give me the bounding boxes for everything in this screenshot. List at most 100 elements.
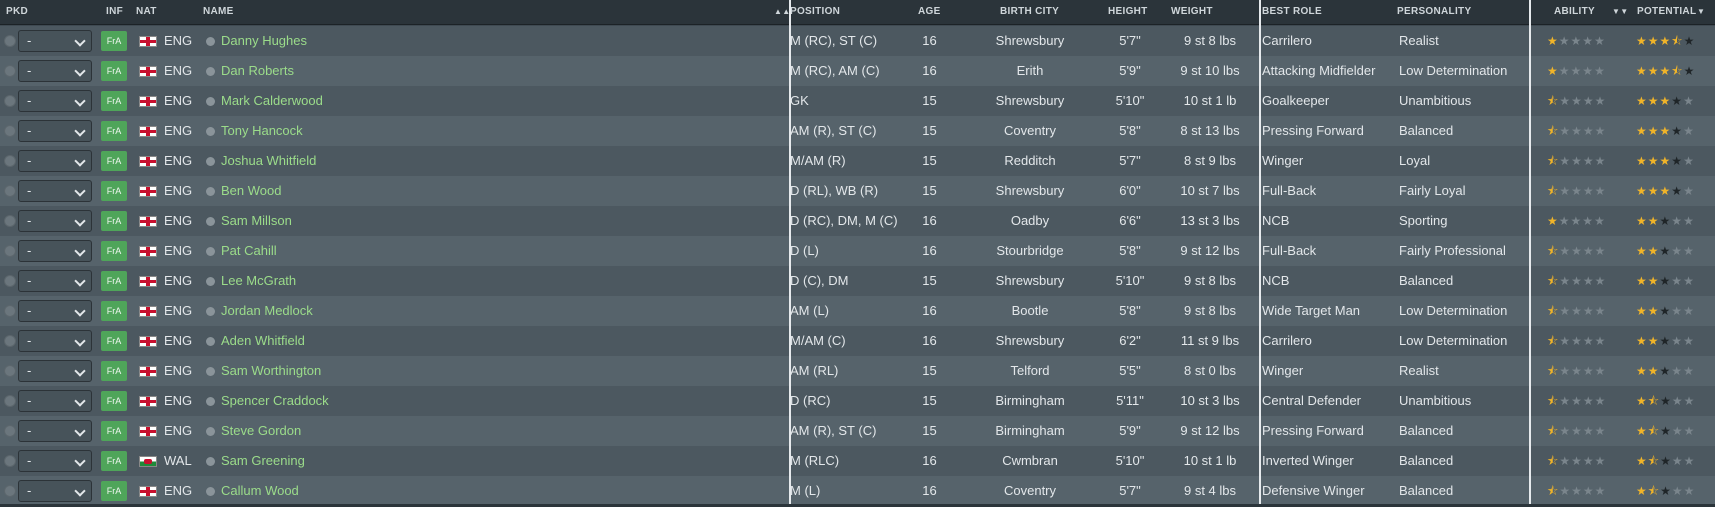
check-icon[interactable]	[4, 455, 16, 467]
pkd-dropdown[interactable]: -	[18, 300, 92, 322]
check-icon[interactable]	[4, 275, 16, 287]
player-name[interactable]: Sam Greening	[221, 446, 305, 476]
header-weight[interactable]: WEIGHT	[1171, 0, 1213, 24]
header-age[interactable]: AGE	[918, 0, 941, 24]
player-name[interactable]: Dan Roberts	[221, 56, 294, 86]
header-pkd[interactable]: PKD	[6, 0, 28, 24]
header-personality[interactable]: PERSONALITY	[1397, 0, 1471, 24]
player-name[interactable]: Pat Cahill	[221, 236, 277, 266]
table-row[interactable]: - FrA ENG Steve Gordon AM (R), ST (C) 15 Birmi…	[0, 416, 1715, 447]
pkd-dropdown[interactable]: -	[18, 180, 92, 202]
table-row[interactable]: - FrA ENG Lee McGrath D (C), DM 15 Shrewsbury 5…	[0, 266, 1715, 297]
check-icon[interactable]	[4, 215, 16, 227]
info-icon[interactable]	[206, 37, 215, 46]
info-icon[interactable]	[206, 247, 215, 256]
pkd-dropdown[interactable]: -	[18, 60, 92, 82]
info-icon[interactable]	[206, 397, 215, 406]
table-row[interactable]: - FrA WAL Sam Greening M (RLC) 16 Cwmbran 5'10"…	[0, 446, 1715, 477]
table-row[interactable]: - FrA ENG Dan Roberts M (RC), AM (C) 16 Erith 5…	[0, 56, 1715, 87]
check-icon[interactable]	[4, 95, 16, 107]
inf-badge[interactable]: FrA	[101, 361, 127, 381]
inf-badge[interactable]: FrA	[101, 211, 127, 231]
inf-badge[interactable]: FrA	[101, 31, 127, 51]
pkd-dropdown[interactable]: -	[18, 120, 92, 142]
check-icon[interactable]	[4, 425, 16, 437]
info-icon[interactable]	[206, 67, 215, 76]
check-icon[interactable]	[4, 395, 16, 407]
inf-badge[interactable]: FrA	[101, 121, 127, 141]
inf-badge[interactable]: FrA	[101, 271, 127, 291]
header-height[interactable]: HEIGHT	[1108, 0, 1148, 24]
pkd-dropdown[interactable]: -	[18, 150, 92, 172]
check-icon[interactable]	[4, 185, 16, 197]
player-name[interactable]: Sam Worthington	[221, 356, 321, 386]
inf-badge[interactable]: FrA	[101, 301, 127, 321]
info-icon[interactable]	[206, 487, 215, 496]
header-potential[interactable]: POTENTIAL	[1637, 0, 1696, 24]
check-icon[interactable]	[4, 35, 16, 47]
inf-badge[interactable]: FrA	[101, 181, 127, 201]
check-icon[interactable]	[4, 305, 16, 317]
header-birth-city[interactable]: BIRTH CITY	[1000, 0, 1059, 24]
info-icon[interactable]	[206, 157, 215, 166]
check-icon[interactable]	[4, 65, 16, 77]
player-name[interactable]: Mark Calderwood	[221, 86, 323, 116]
table-row[interactable]: - FrA ENG Callum Wood M (L) 16 Coventry 5'7" 9 s…	[0, 476, 1715, 507]
pkd-dropdown[interactable]: -	[18, 240, 92, 262]
header-nat[interactable]: NAT	[136, 0, 157, 24]
header-inf[interactable]: INF	[106, 0, 123, 24]
info-icon[interactable]	[206, 97, 215, 106]
player-name[interactable]: Callum Wood	[221, 476, 299, 506]
table-row[interactable]: - FrA ENG Tony Hancock AM (R), ST (C) 15 Coven…	[0, 116, 1715, 147]
header-position[interactable]: POSITION	[790, 0, 840, 24]
sort-arrows-icon[interactable]: ▲▲	[774, 0, 790, 24]
info-icon[interactable]	[206, 277, 215, 286]
info-icon[interactable]	[206, 307, 215, 316]
pkd-dropdown[interactable]: -	[18, 420, 92, 442]
pkd-dropdown[interactable]: -	[18, 270, 92, 292]
inf-badge[interactable]: FrA	[101, 91, 127, 111]
inf-badge[interactable]: FrA	[101, 451, 127, 471]
header-ability[interactable]: ABILITY	[1554, 0, 1595, 24]
inf-badge[interactable]: FrA	[101, 61, 127, 81]
player-name[interactable]: Jordan Medlock	[221, 296, 313, 326]
pkd-dropdown[interactable]: -	[18, 480, 92, 502]
pkd-dropdown[interactable]: -	[18, 330, 92, 352]
table-row[interactable]: - FrA ENG Mark Calderwood GK 15 Shrewsbury 5'10…	[0, 86, 1715, 117]
player-name[interactable]: Ben Wood	[221, 176, 281, 206]
info-icon[interactable]	[206, 337, 215, 346]
table-row[interactable]: - FrA ENG Danny Hughes M (RC), ST (C) 16 Shrew…	[0, 26, 1715, 57]
check-icon[interactable]	[4, 335, 16, 347]
pkd-dropdown[interactable]: -	[18, 450, 92, 472]
inf-badge[interactable]: FrA	[101, 241, 127, 261]
info-icon[interactable]	[206, 457, 215, 466]
info-icon[interactable]	[206, 367, 215, 376]
check-icon[interactable]	[4, 155, 16, 167]
player-name[interactable]: Aden Whitfield	[221, 326, 305, 356]
player-name[interactable]: Joshua Whitfield	[221, 146, 316, 176]
check-icon[interactable]	[4, 365, 16, 377]
player-name[interactable]: Sam Millson	[221, 206, 292, 236]
inf-badge[interactable]: FrA	[101, 421, 127, 441]
pkd-dropdown[interactable]: -	[18, 210, 92, 232]
check-icon[interactable]	[4, 245, 16, 257]
check-icon[interactable]	[4, 125, 16, 137]
inf-badge[interactable]: FrA	[101, 391, 127, 411]
check-icon[interactable]	[4, 485, 16, 497]
table-row[interactable]: - FrA ENG Spencer Craddock D (RC) 15 Birmingha…	[0, 386, 1715, 417]
player-name[interactable]: Tony Hancock	[221, 116, 303, 146]
info-icon[interactable]	[206, 427, 215, 436]
header-best-role[interactable]: BEST ROLE	[1262, 0, 1322, 24]
table-row[interactable]: - FrA ENG Aden Whitfield M/AM (C) 16 Shrewsbur…	[0, 326, 1715, 357]
pkd-dropdown[interactable]: -	[18, 90, 92, 112]
inf-badge[interactable]: FrA	[101, 151, 127, 171]
pkd-dropdown[interactable]: -	[18, 360, 92, 382]
info-icon[interactable]	[206, 187, 215, 196]
player-name[interactable]: Lee McGrath	[221, 266, 296, 296]
info-icon[interactable]	[206, 217, 215, 226]
pkd-dropdown[interactable]: -	[18, 390, 92, 412]
table-row[interactable]: - FrA ENG Ben Wood D (RL), WB (R) 15 Shrewsbur…	[0, 176, 1715, 207]
sort-down-icon[interactable]: ▼	[1697, 0, 1705, 24]
sort-down-icon[interactable]: ▼▼	[1612, 0, 1628, 24]
header-name[interactable]: NAME	[203, 0, 234, 24]
